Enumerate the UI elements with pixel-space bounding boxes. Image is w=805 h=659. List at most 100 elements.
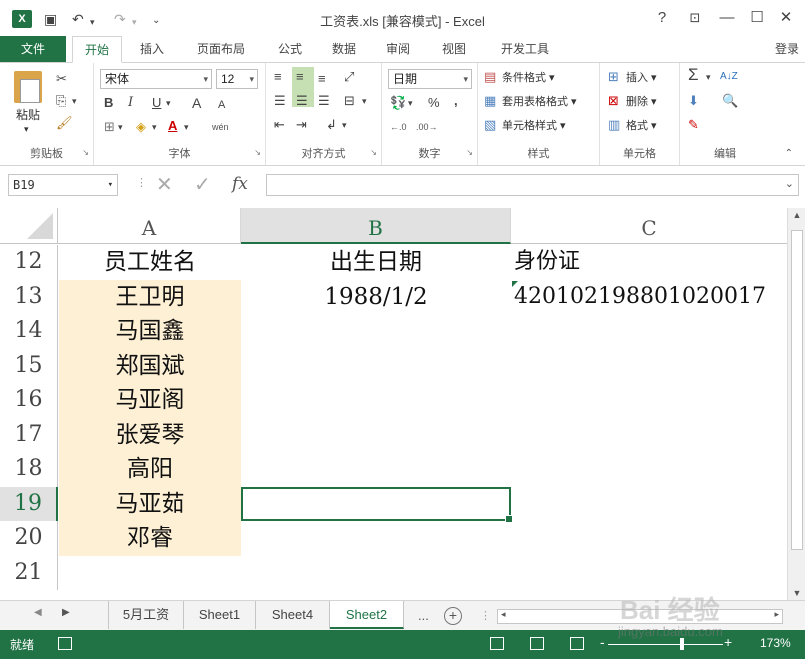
zoom-slider-thumb[interactable] bbox=[680, 638, 684, 650]
scroll-up-icon[interactable]: ▲ bbox=[788, 210, 805, 220]
cell-c15[interactable] bbox=[511, 349, 787, 384]
cell-b17[interactable] bbox=[241, 418, 511, 453]
cell-b13[interactable]: 1988/1/2 bbox=[241, 280, 511, 315]
underline-dropdown-icon[interactable]: ▾ bbox=[166, 95, 171, 111]
shrink-font-button[interactable]: A bbox=[218, 97, 225, 113]
cell-c12[interactable]: 身份证 bbox=[511, 245, 787, 280]
cell-a13[interactable]: 王卫明 bbox=[59, 280, 241, 315]
ribbon-display-options-icon[interactable]: ⊡ bbox=[684, 8, 706, 28]
increase-decimal-icon[interactable]: ←.0 bbox=[390, 119, 407, 135]
row-header[interactable]: 16 bbox=[0, 383, 58, 418]
zoom-slider[interactable] bbox=[608, 644, 723, 645]
underline-button[interactable]: U bbox=[152, 95, 161, 111]
row-header[interactable]: 14 bbox=[0, 314, 58, 349]
maximize-button[interactable]: ☐ bbox=[746, 8, 768, 28]
cell-styles-button[interactable]: 单元格样式 ▾ bbox=[502, 118, 566, 134]
font-launcher-icon[interactable]: ↘ bbox=[254, 145, 261, 161]
tab-view[interactable]: 视图 bbox=[432, 36, 476, 62]
page-layout-view-button[interactable] bbox=[530, 637, 544, 650]
row-header[interactable]: 17 bbox=[0, 417, 58, 452]
vertical-scroll-thumb[interactable] bbox=[791, 230, 803, 550]
active-cell-border[interactable] bbox=[241, 486, 513, 523]
sign-in-link[interactable]: 登录 bbox=[775, 36, 799, 62]
scroll-down-icon[interactable]: ▼ bbox=[788, 588, 805, 598]
tab-insert[interactable]: 插入 bbox=[130, 36, 174, 62]
decrease-indent-icon[interactable]: ⇤ bbox=[274, 117, 285, 133]
zoom-in-button[interactable]: + bbox=[724, 634, 732, 650]
conditional-formatting-button[interactable]: 条件格式 ▾ bbox=[502, 70, 555, 86]
cell-a12[interactable]: 员工姓名 bbox=[59, 245, 241, 280]
clipboard-launcher-icon[interactable]: ↘ bbox=[82, 145, 89, 161]
tab-home[interactable]: 开始 bbox=[72, 36, 122, 63]
insert-cells-button[interactable]: 插入 ▾ bbox=[626, 70, 657, 86]
enter-icon[interactable]: ✓ bbox=[194, 172, 211, 197]
format-painter-icon[interactable]: 🖌 bbox=[56, 115, 73, 131]
conditional-formatting-icon[interactable]: ▤ bbox=[484, 69, 496, 85]
middle-align-icon[interactable]: ≡ bbox=[296, 69, 304, 85]
column-header-b[interactable]: B bbox=[241, 208, 511, 244]
row-header[interactable]: 19 bbox=[0, 486, 58, 521]
minimize-button[interactable]: — bbox=[716, 8, 738, 28]
expand-formula-icon[interactable]: ⌄ bbox=[785, 177, 794, 190]
next-sheet-icon[interactable]: ▶ bbox=[62, 607, 70, 618]
tab-data[interactable]: 数据 bbox=[322, 36, 366, 62]
cell-b14[interactable] bbox=[241, 314, 511, 349]
normal-view-button[interactable] bbox=[490, 637, 504, 650]
zoom-out-button[interactable]: - bbox=[600, 634, 605, 650]
row-header[interactable]: 21 bbox=[0, 555, 58, 590]
borders-icon[interactable]: ⊞ bbox=[104, 119, 115, 135]
increase-indent-icon[interactable]: ⇥ bbox=[296, 117, 307, 133]
format-as-table-button[interactable]: 套用表格格式 ▾ bbox=[502, 94, 577, 110]
cell-b21[interactable] bbox=[241, 556, 511, 591]
insert-function-button[interactable]: fx bbox=[232, 174, 248, 194]
find-select-icon[interactable]: 🔍 bbox=[722, 93, 738, 109]
cell-styles-icon[interactable]: ▧ bbox=[484, 117, 496, 133]
alignment-launcher-icon[interactable]: ↘ bbox=[370, 145, 377, 161]
tab-page-layout[interactable]: 页面布局 bbox=[186, 36, 256, 62]
tab-split-handle[interactable]: ⋮ bbox=[480, 608, 491, 624]
cell-b16[interactable] bbox=[241, 383, 511, 418]
clear-icon[interactable]: ✎ bbox=[688, 117, 699, 133]
decrease-decimal-icon[interactable]: .00→ bbox=[416, 119, 438, 135]
cell-c20[interactable] bbox=[511, 521, 787, 556]
fill-color-dropdown-icon[interactable]: ▾ bbox=[152, 119, 157, 135]
borders-dropdown-icon[interactable]: ▾ bbox=[118, 119, 123, 135]
comma-style-button[interactable]: , bbox=[454, 93, 458, 109]
cell-b15[interactable] bbox=[241, 349, 511, 384]
format-as-table-icon[interactable]: ▦ bbox=[484, 93, 496, 109]
top-align-icon[interactable]: ≡ bbox=[274, 69, 282, 85]
font-name-select[interactable]: 宋体 ▾ bbox=[100, 69, 212, 89]
cell-c14[interactable] bbox=[511, 314, 787, 349]
macro-record-icon[interactable] bbox=[58, 637, 72, 650]
currency-dropdown-icon[interactable]: ▾ bbox=[408, 95, 413, 111]
italic-button[interactable]: I bbox=[128, 95, 133, 111]
cell-a20[interactable]: 邓睿 bbox=[59, 521, 241, 556]
cell-b12[interactable]: 出生日期 bbox=[241, 245, 511, 280]
fill-icon[interactable]: ⬇ bbox=[688, 93, 699, 109]
copy-dropdown-icon[interactable]: ▾ bbox=[72, 93, 77, 109]
column-header-c[interactable]: C bbox=[511, 208, 787, 244]
phonetic-guide-button[interactable]: wén bbox=[212, 119, 229, 135]
cancel-icon[interactable]: ✕ bbox=[156, 172, 173, 197]
number-format-select[interactable]: 日期 ▾ bbox=[388, 69, 472, 89]
font-color-icon[interactable]: A bbox=[168, 118, 177, 134]
prev-sheet-icon[interactable]: ◀ bbox=[34, 607, 42, 618]
cell-a19[interactable]: 马亚茹 bbox=[59, 487, 241, 522]
sheet-tab-sheet1[interactable]: Sheet1 bbox=[184, 601, 256, 629]
autosum-dropdown-icon[interactable]: ▾ bbox=[706, 69, 711, 85]
copy-icon[interactable]: ⎘ bbox=[56, 93, 66, 109]
percent-button[interactable]: % bbox=[428, 95, 440, 111]
help-button[interactable]: ? bbox=[651, 8, 673, 28]
scroll-right-icon[interactable]: ▸ bbox=[774, 609, 779, 620]
select-all-button[interactable] bbox=[0, 208, 58, 244]
scroll-left-icon[interactable]: ◂ bbox=[501, 609, 506, 620]
bottom-align-icon[interactable]: ≡ bbox=[318, 71, 326, 87]
new-sheet-button[interactable]: + bbox=[444, 607, 462, 625]
close-button[interactable]: ✕ bbox=[775, 8, 797, 28]
paste-icon[interactable] bbox=[14, 71, 42, 103]
bold-button[interactable]: B bbox=[104, 95, 113, 111]
row-header[interactable]: 18 bbox=[0, 452, 58, 487]
sort-filter-button[interactable]: A↓Z bbox=[720, 69, 738, 85]
delete-cells-icon[interactable]: ⊠ bbox=[608, 93, 619, 109]
merge-center-icon[interactable]: ⊟ bbox=[344, 93, 355, 109]
